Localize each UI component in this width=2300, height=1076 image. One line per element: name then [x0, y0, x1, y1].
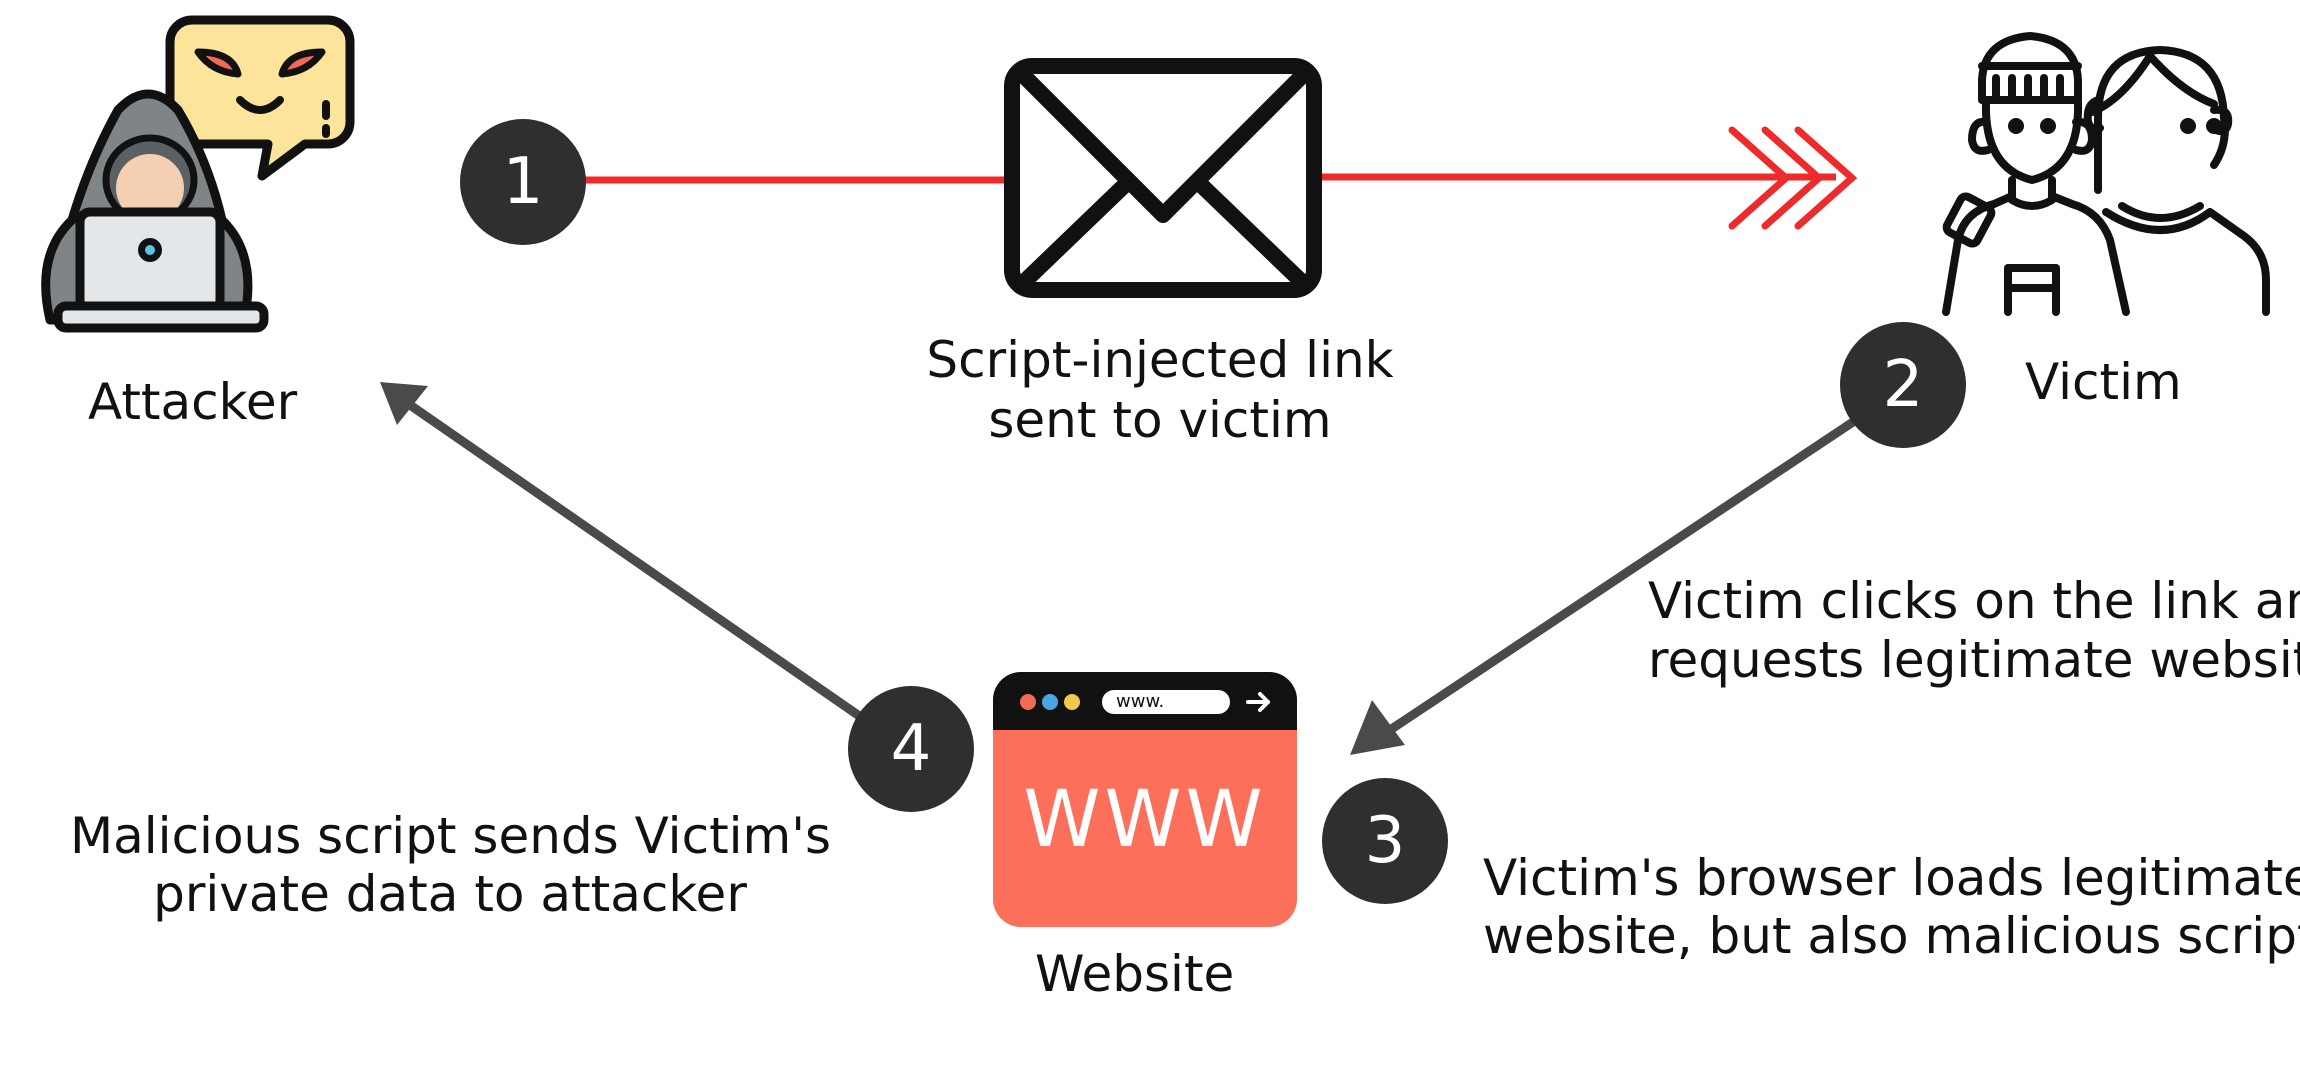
step-3-text-line1: Victim's browser loads legitimate: [1483, 849, 2300, 907]
website-label: Website: [1035, 945, 1235, 1003]
email-label-line2: sent to victim: [988, 391, 1332, 449]
browser-screen-text: WWW: [1023, 775, 1267, 865]
step-2-text-line1: Victim clicks on the link and: [1648, 572, 2300, 630]
step-4-text-line1: Malicious script sends Victim's: [70, 807, 832, 865]
victim-label: Victim: [2025, 353, 2182, 411]
step-3-badge: 3: [1322, 778, 1448, 904]
xss-attack-diagram: www. WWW Attacker Victim Website Script-…: [0, 0, 2300, 1076]
attacker-label: Attacker: [88, 373, 298, 431]
step-3-text-line2: website, but also malicious script: [1483, 907, 2300, 965]
victims-icon: [1942, 32, 2270, 316]
arrow-website-to-attacker: [407, 401, 871, 726]
arrow-head-to-attacker: [380, 382, 428, 425]
step-4-text-line2: private data to attacker: [153, 865, 747, 923]
browser-address-text: www.: [1116, 691, 1165, 712]
step-1-badge: 1: [460, 119, 586, 245]
step-2-text-line2: requests legitimate website: [1648, 631, 2300, 689]
step-4-badge: 4: [848, 686, 974, 812]
envelope-icon: [1004, 58, 1322, 298]
email-label-line1: Script-injected link: [926, 331, 1394, 389]
step-2-badge: 2: [1840, 322, 1966, 448]
